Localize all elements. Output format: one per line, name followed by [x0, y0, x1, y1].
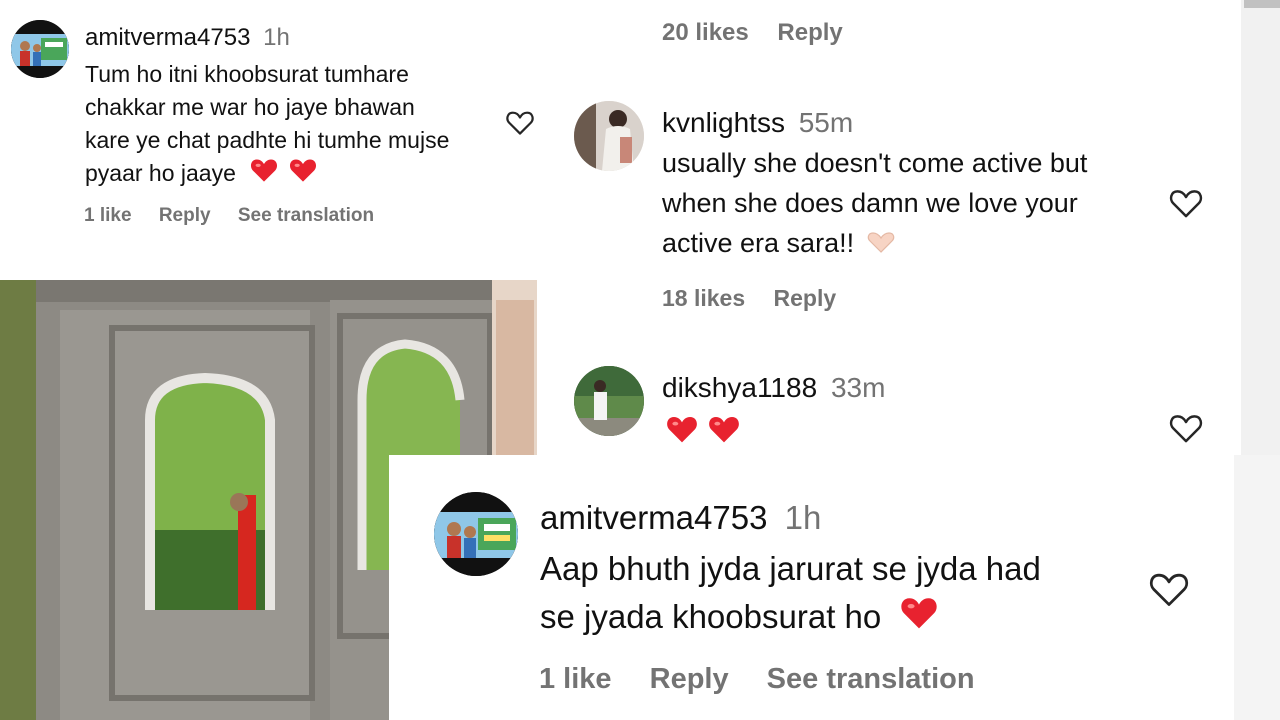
- heart-outline-icon[interactable]: [505, 109, 535, 141]
- comment-line: usually she doesn't come active but: [662, 148, 1088, 178]
- see-translation-button[interactable]: See translation: [767, 663, 975, 695]
- comment-actions: 18 likes Reply: [662, 285, 858, 312]
- comment-line: Tum ho itni khoobsurat tumhare: [85, 61, 409, 87]
- comment-5: amitverma4753 1h Aap bhuth jyda jarurat …: [389, 455, 1234, 720]
- heart-outline-icon[interactable]: [1168, 187, 1204, 224]
- red-heart-emoji: [250, 157, 278, 192]
- reply-button[interactable]: Reply: [777, 19, 842, 46]
- avatar[interactable]: [574, 366, 644, 436]
- comment-text: usually she doesn't come active but when…: [662, 143, 1087, 265]
- comment-line: kare ye chat padhte hi tumhe mujse: [85, 127, 450, 153]
- comment-4: dikshya1188 33m: [570, 360, 1240, 455]
- comment-1: amitverma4753 1h Tum ho itni khoobsurat …: [0, 0, 540, 270]
- like-count[interactable]: 20 likes: [662, 19, 749, 46]
- comment-text: [666, 414, 740, 449]
- comment-line: Aap bhuth jyda jarurat se jyda had: [540, 550, 1041, 587]
- right-edge-strip: [1234, 455, 1280, 720]
- comment-username[interactable]: dikshya1188: [662, 372, 817, 403]
- comment-line: active era sara!!: [662, 228, 855, 258]
- red-heart-emoji: [666, 414, 698, 449]
- comment-username[interactable]: kvnlightss: [662, 107, 785, 138]
- reply-button[interactable]: Reply: [774, 285, 837, 311]
- scrollbar-thumb[interactable]: [1244, 0, 1280, 8]
- avatar[interactable]: [574, 101, 644, 171]
- comment-3: kvnlightss 55m usually she doesn't come …: [570, 95, 1240, 325]
- comment-username[interactable]: amitverma4753: [540, 499, 767, 536]
- comment-actions: 1 like Reply See translation: [539, 663, 997, 696]
- red-heart-emoji: [289, 157, 317, 192]
- red-heart-emoji: [708, 414, 740, 449]
- comment-text: Aap bhuth jyda jarurat se jyda had se jy…: [540, 545, 1041, 643]
- comment-username[interactable]: amitverma4753: [85, 24, 250, 51]
- like-count[interactable]: 18 likes: [662, 285, 745, 311]
- comment-time: 55m: [798, 107, 854, 138]
- comment-time: 33m: [830, 372, 886, 403]
- comment-line: when she does damn we love your: [662, 188, 1078, 218]
- avatar[interactable]: [434, 492, 518, 576]
- red-heart-emoji: [900, 595, 938, 643]
- comment-line: chakkar me war ho jaye bhawan: [85, 94, 415, 120]
- comment-text: Tum ho itni khoobsurat tumhare chakkar m…: [85, 58, 449, 192]
- like-count[interactable]: 1 like: [84, 205, 132, 226]
- comment-time: 1h: [784, 499, 822, 536]
- comment-2-actions: 20 likes Reply: [662, 19, 865, 47]
- see-translation-button[interactable]: See translation: [238, 205, 374, 226]
- comment-line: se jyada khoobsurat ho: [540, 598, 882, 635]
- like-count[interactable]: 1 like: [539, 663, 612, 695]
- scrollbar-track[interactable]: [1241, 0, 1280, 455]
- comment-time: 1h: [263, 24, 290, 51]
- avatar[interactable]: [11, 20, 69, 78]
- comment-line: pyaar ho jaaye: [85, 160, 236, 186]
- reply-button[interactable]: Reply: [159, 205, 211, 226]
- heart-outline-icon[interactable]: [1168, 412, 1204, 449]
- heart-hands-emoji: [866, 225, 896, 265]
- comment-actions: 1 like Reply See translation: [84, 205, 396, 227]
- heart-outline-icon[interactable]: [1148, 570, 1190, 613]
- reply-button[interactable]: Reply: [650, 663, 729, 695]
